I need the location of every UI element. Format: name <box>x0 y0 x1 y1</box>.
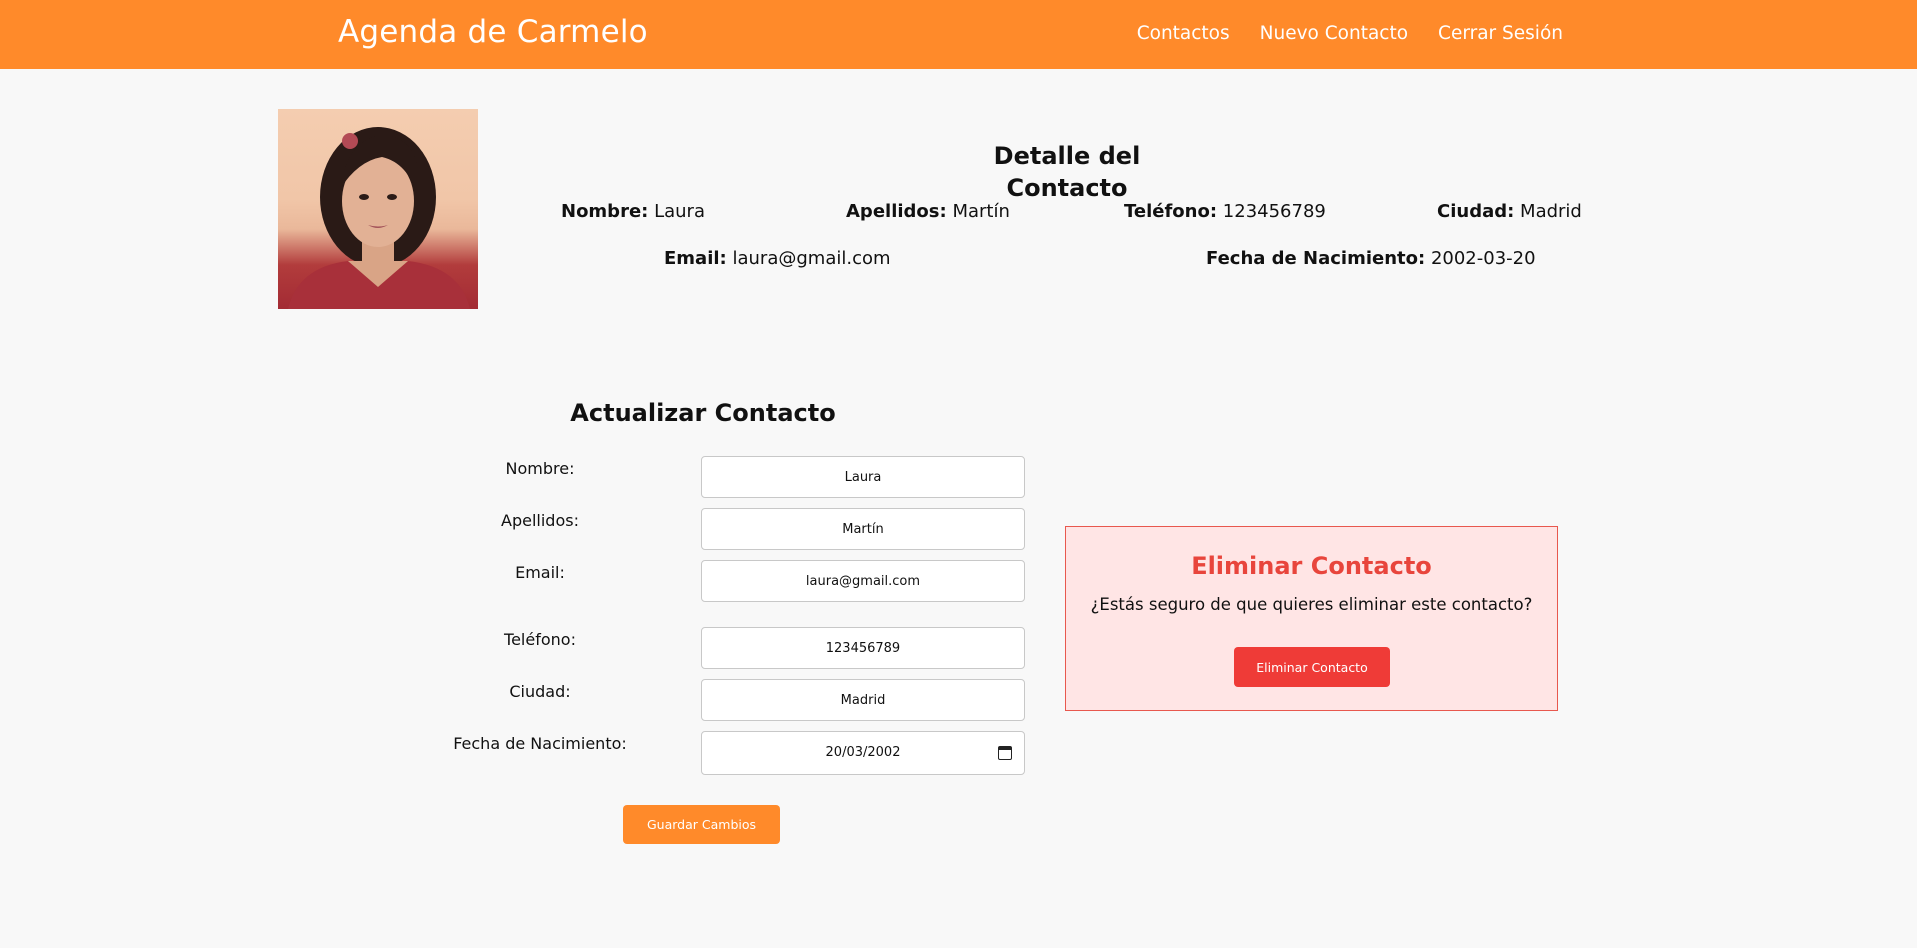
detail-label-nombre: Nombre: <box>561 201 649 222</box>
nombre-input[interactable] <box>701 456 1025 498</box>
nav-contactos-link[interactable]: Contactos <box>1137 20 1230 48</box>
contact-photo <box>278 109 478 309</box>
detail-value-email: laura@gmail.com <box>732 248 891 269</box>
detail-label-ciudad: Ciudad: <box>1437 201 1515 222</box>
label-email: Email: <box>515 563 565 582</box>
delete-panel-title: Eliminar Contacto <box>1191 552 1432 580</box>
telefono-input[interactable] <box>701 627 1025 669</box>
update-form-title: Actualizar Contacto <box>570 399 836 427</box>
label-apellidos: Apellidos: <box>501 511 579 530</box>
delete-contact-panel: Eliminar Contacto ¿Estás seguro de que q… <box>1065 526 1558 711</box>
nav-nuevo-contacto-link[interactable]: Nuevo Contacto <box>1260 20 1408 48</box>
detail-field-nombre: Nombre: Laura <box>561 199 705 225</box>
app-brand[interactable]: Agenda de Carmelo <box>338 10 648 54</box>
fecha-nacimiento-value: 20/03/2002 <box>825 745 901 760</box>
detail-field-email: Email: laura@gmail.com <box>664 246 891 272</box>
detail-field-telefono: Teléfono: 123456789 <box>1124 199 1326 225</box>
detail-value-fecha-nacimiento: 2002-03-20 <box>1430 248 1536 269</box>
contact-photo-illustration <box>288 127 470 309</box>
ciudad-input[interactable] <box>701 679 1025 721</box>
detail-label-apellidos: Apellidos: <box>846 201 947 222</box>
detail-field-fecha-nacimiento: Fecha de Nacimiento: 2002-03-20 <box>1206 246 1536 272</box>
main-nav: Contactos Nuevo Contacto Cerrar Sesión <box>1137 20 1563 48</box>
nav-cerrar-sesion-link[interactable]: Cerrar Sesión <box>1438 20 1563 48</box>
detail-value-apellidos: Martín <box>952 201 1010 222</box>
detail-value-telefono: 123456789 <box>1222 201 1326 222</box>
label-nombre: Nombre: <box>505 459 575 478</box>
detail-label-telefono: Teléfono: <box>1124 201 1218 222</box>
top-navbar: Agenda de Carmelo Contactos Nuevo Contac… <box>0 0 1917 69</box>
apellidos-input[interactable] <box>701 508 1025 550</box>
detail-label-email: Email: <box>664 248 727 269</box>
label-fecha-nacimiento: Fecha de Nacimiento: <box>453 734 627 753</box>
label-ciudad: Ciudad: <box>509 682 571 701</box>
label-telefono: Teléfono: <box>504 630 576 649</box>
calendar-icon[interactable] <box>998 746 1012 760</box>
email-input[interactable] <box>701 560 1025 602</box>
save-changes-button[interactable]: Guardar Cambios <box>623 805 780 844</box>
delete-contact-button[interactable]: Eliminar Contacto <box>1234 647 1390 687</box>
detail-title: Detalle del Contacto <box>993 142 1141 202</box>
detail-value-ciudad: Madrid <box>1520 201 1582 222</box>
detail-field-ciudad: Ciudad: Madrid <box>1437 199 1582 225</box>
detail-value-nombre: Laura <box>654 201 705 222</box>
fecha-nacimiento-input[interactable]: 20/03/2002 <box>701 731 1025 775</box>
detail-label-fecha-nacimiento: Fecha de Nacimiento: <box>1206 248 1426 269</box>
delete-confirm-message: ¿Estás seguro de que quieres eliminar es… <box>1090 595 1533 614</box>
detail-field-apellidos: Apellidos: Martín <box>846 199 1010 225</box>
